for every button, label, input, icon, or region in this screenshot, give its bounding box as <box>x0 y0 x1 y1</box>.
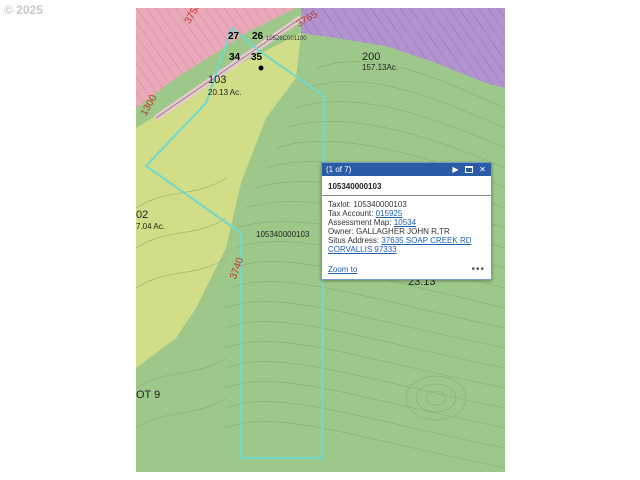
assessment-map-link[interactable]: 10534 <box>394 218 416 227</box>
situs-label: Situs Address: <box>328 236 380 245</box>
taxlot-center-label: 105340000103 <box>256 230 310 239</box>
close-icon[interactable]: ✕ <box>478 165 487 174</box>
maximize-icon[interactable] <box>465 166 473 173</box>
assessment-map-label: Assessment Map: <box>328 218 392 227</box>
zoom-to-link[interactable]: Zoom to <box>328 265 357 274</box>
copyright-text: © 2025 <box>4 3 43 17</box>
popup-title: 105340000103 <box>322 176 491 196</box>
lot-35-label: 35 <box>251 52 263 63</box>
situs-city-link[interactable]: CORVALLIS 97333 <box>328 245 397 254</box>
parcel-200-label: 200 <box>362 51 381 63</box>
acres-103-label: 20.13 Ac. <box>208 88 242 97</box>
owner-label: Owner: <box>328 227 354 236</box>
acres-102-label: 7.04 Ac. <box>136 222 165 231</box>
lot-26-label: 26 <box>252 31 264 42</box>
owner-value: GALLAGHER JOHN R,TR <box>356 227 450 236</box>
next-feature-icon[interactable]: ▶ <box>451 165 460 174</box>
parcel-102-label: 02 <box>136 209 149 221</box>
lot-9-label: OT 9 <box>136 389 161 401</box>
tax-account-link[interactable]: 015925 <box>376 209 403 218</box>
popup-counter: (1 of 7) <box>326 165 352 174</box>
map-ref-label: 10526C001100 <box>266 36 307 42</box>
acres-200-label: 157.13Ac. <box>362 63 399 72</box>
taxlot-label: Taxlot: <box>328 200 352 209</box>
lot-27-label: 27 <box>228 31 240 42</box>
popup-body: Taxlot: 105340000103 Tax Account: 015925… <box>322 196 491 254</box>
lot-34-label: 34 <box>229 52 241 63</box>
popup-footer: Zoom to ••• <box>328 264 485 275</box>
taxlot-value: 105340000103 <box>353 200 407 209</box>
parcel-103-label: 103 <box>208 74 227 86</box>
tax-account-label: Tax Account: <box>328 209 374 218</box>
popup-header: (1 of 7) ▶ ✕ <box>322 163 491 176</box>
more-options-icon[interactable]: ••• <box>471 264 485 275</box>
situs-address-link[interactable]: 37635 SOAP CREEK RD <box>381 236 471 245</box>
parcel-popup: (1 of 7) ▶ ✕ 105340000103 Taxlot: 105340… <box>321 162 492 280</box>
